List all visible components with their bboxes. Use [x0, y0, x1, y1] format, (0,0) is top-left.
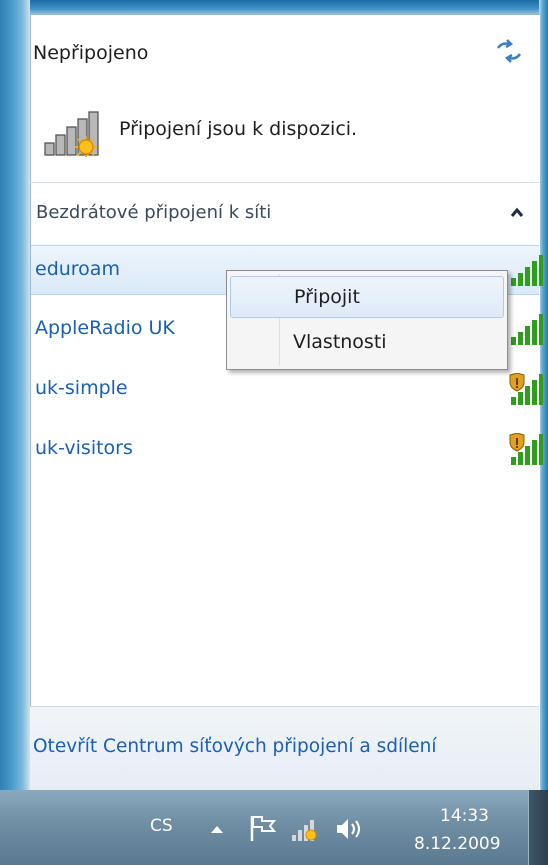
open-network-sharing-center-link[interactable]: Otevřít Centrum síťových připojení a sdí… — [33, 736, 437, 757]
menu-item-properties[interactable]: Vlastnosti — [230, 322, 504, 364]
secured-signal-icon — [509, 433, 543, 465]
show-desktop-button[interactable] — [528, 790, 548, 865]
window-frame-top — [0, 0, 548, 14]
show-hidden-icons-arrow[interactable] — [208, 822, 226, 836]
collapse-chevron-icon[interactable] — [508, 204, 526, 222]
section-divider — [30, 182, 539, 183]
action-center-flag-icon[interactable] — [248, 813, 278, 843]
network-name: uk-visitors — [35, 437, 133, 459]
refresh-icon[interactable] — [494, 36, 524, 66]
network-status-icon — [44, 111, 99, 157]
clock-date[interactable]: 8.12.2009 — [414, 834, 501, 854]
network-name: eduroam — [35, 258, 120, 280]
menu-item-label: Připojit — [294, 286, 360, 308]
signal-strength-icon — [511, 314, 543, 345]
volume-icon[interactable] — [334, 815, 366, 843]
signal-strength-icon — [511, 255, 543, 286]
window-frame-left — [0, 0, 30, 790]
secured-signal-icon — [509, 373, 543, 405]
clock-time[interactable]: 14:33 — [440, 806, 489, 826]
connection-status-text: Připojení jsou k dispozici. — [119, 118, 358, 140]
network-context-menu: Připojit Vlastnosti — [226, 270, 508, 370]
network-row-uk-simple[interactable]: uk-simple — [31, 365, 543, 415]
network-name: AppleRadio UK — [35, 317, 175, 339]
menu-item-label: Vlastnosti — [293, 331, 387, 353]
wireless-section-label: Bezdrátové připojení k síti — [36, 202, 272, 223]
language-indicator[interactable]: CS — [150, 816, 173, 836]
network-row-uk-visitors[interactable]: uk-visitors — [31, 425, 543, 475]
menu-item-connect[interactable]: Připojit — [230, 276, 504, 318]
network-tray-icon[interactable] — [290, 815, 320, 843]
connection-status-title: Nepřipojeno — [33, 42, 149, 64]
network-name: uk-simple — [35, 377, 128, 399]
